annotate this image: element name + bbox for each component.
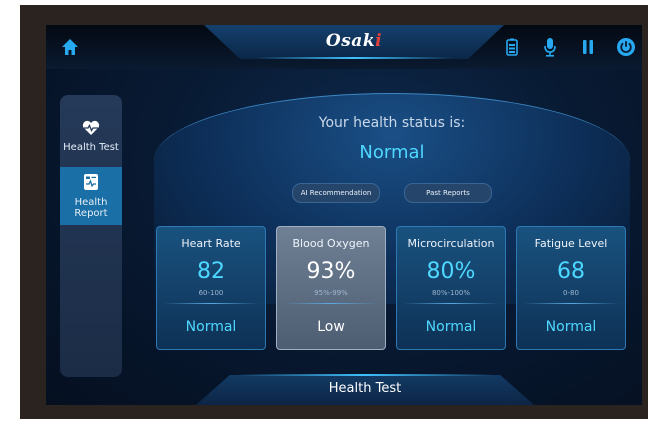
app-screen: Osaki Health Test Health Report Your hea… [46, 25, 642, 405]
top-bar: Osaki [46, 25, 642, 69]
metric-divider [283, 303, 379, 304]
metric-divider [403, 303, 499, 304]
ai-recommendation-button[interactable]: AI Recommendation [292, 183, 380, 203]
metric-value: 82 [197, 259, 225, 284]
top-icons [502, 35, 636, 59]
metric-value: 80% [426, 259, 476, 284]
metric-status: Normal [545, 319, 597, 335]
metric-status: Normal [185, 319, 237, 335]
heart-pulse-icon [81, 120, 101, 139]
metric-title: Microcirculation [407, 237, 495, 250]
sidebar: Health Test Health Report [60, 95, 122, 377]
metric-range: 95%-99% [314, 289, 348, 297]
metric-card-heart-rate[interactable]: Heart Rate 82 60-100 Normal [156, 226, 266, 350]
metric-divider [163, 303, 259, 304]
metric-range: 60-100 [198, 289, 224, 297]
metric-range: 0-80 [563, 289, 579, 297]
sidebar-item-health-test[interactable]: Health Test [60, 107, 122, 165]
status-value: Normal [359, 142, 425, 163]
battery-icon[interactable] [502, 37, 522, 57]
bottom-glow [236, 374, 494, 376]
logo-glow [256, 57, 452, 59]
metric-status: Normal [425, 319, 477, 335]
metric-card-fatigue-level[interactable]: Fatigue Level 68 0-80 Normal [516, 226, 626, 350]
metric-range: 80%-100% [431, 289, 471, 297]
metric-value: 68 [557, 259, 585, 284]
metric-value: 93% [306, 259, 356, 284]
power-icon[interactable] [616, 37, 636, 57]
metric-title: Fatigue Level [534, 237, 608, 250]
sidebar-item-label: Health Test [63, 141, 119, 153]
bottom-tab-label: Health Test [328, 381, 402, 396]
home-icon[interactable] [60, 37, 80, 57]
metric-title: Blood Oxygen [292, 237, 370, 250]
report-icon [83, 173, 99, 194]
brand-logo: Osaki [325, 31, 383, 51]
microphone-icon[interactable] [540, 37, 560, 57]
metric-card-microcirculation[interactable]: Microcirculation 80% 80%-100% Normal [396, 226, 506, 350]
metric-card-blood-oxygen[interactable]: Blood Oxygen 93% 95%-99% Low [276, 226, 386, 350]
metric-status: Low [317, 319, 345, 335]
sidebar-item-health-report[interactable]: Health Report [60, 167, 122, 225]
sidebar-item-label: Health Report [74, 197, 108, 219]
past-reports-button[interactable]: Past Reports [404, 183, 492, 203]
pause-icon[interactable] [578, 37, 598, 57]
metric-title: Heart Rate [181, 237, 241, 250]
status-title: Your health status is: [318, 115, 466, 131]
metric-divider [523, 303, 619, 304]
device-frame: Osaki Health Test Health Report Your hea… [20, 5, 648, 419]
